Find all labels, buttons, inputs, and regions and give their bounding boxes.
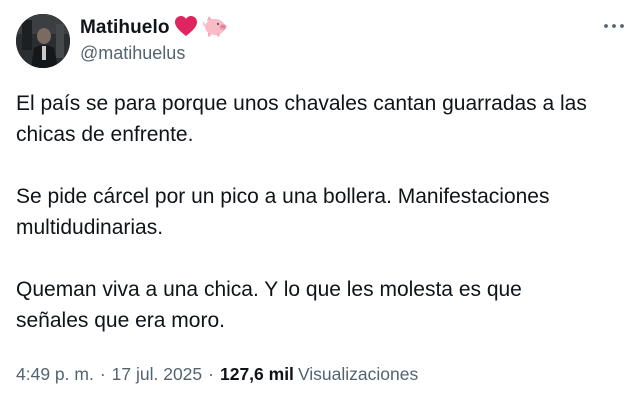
author-display-name[interactable]: Matihuelo — [80, 17, 170, 39]
tweet-card: Matihuelo @matihuelus El país se para po… — [0, 0, 640, 403]
tweet-meta: 4:49 p. m. · 17 jul. 2025 · 127,6 mil Vi… — [16, 364, 418, 385]
tweet-line: El país se para porque unos chavales can… — [16, 92, 587, 115]
tweet-line: Queman viva a una chica. Y lo que les mo… — [16, 278, 522, 301]
more-options-icon — [604, 24, 624, 28]
avatar-photo — [16, 14, 70, 68]
meta-separator: · — [99, 364, 106, 384]
tweet-time[interactable]: 4:49 p. m. — [16, 364, 94, 385]
red-heart-icon — [174, 15, 198, 42]
tweet-paragraph: El país se para porque unos chavales can… — [16, 88, 624, 150]
tweet-paragraph: Se pide cárcel por un pico a una bollera… — [16, 181, 624, 243]
tweet-text: El país se para porque unos chavales can… — [16, 88, 624, 336]
tweet-line: Se pide cárcel por un pico a una bollera… — [16, 185, 550, 208]
pig-icon — [202, 15, 228, 42]
views-count[interactable]: 127,6 mil — [220, 364, 294, 385]
tweet-line: multidudinarias. — [16, 216, 164, 239]
author-name-row: Matihuelo — [80, 15, 228, 41]
tweet-date[interactable]: 17 jul. 2025 — [112, 364, 203, 385]
author-handle[interactable]: @matihuelus — [80, 43, 185, 64]
tweet-line: chicas de enfrente. — [16, 123, 194, 146]
meta-separator: · — [208, 364, 214, 384]
views-label: Visualizaciones — [297, 364, 419, 384]
tweet-paragraph: Queman viva a una chica. Y lo que les mo… — [16, 274, 624, 336]
more-options-button[interactable] — [600, 14, 628, 38]
tweet-line: señales que era moro. — [16, 309, 225, 332]
avatar[interactable] — [16, 14, 70, 68]
